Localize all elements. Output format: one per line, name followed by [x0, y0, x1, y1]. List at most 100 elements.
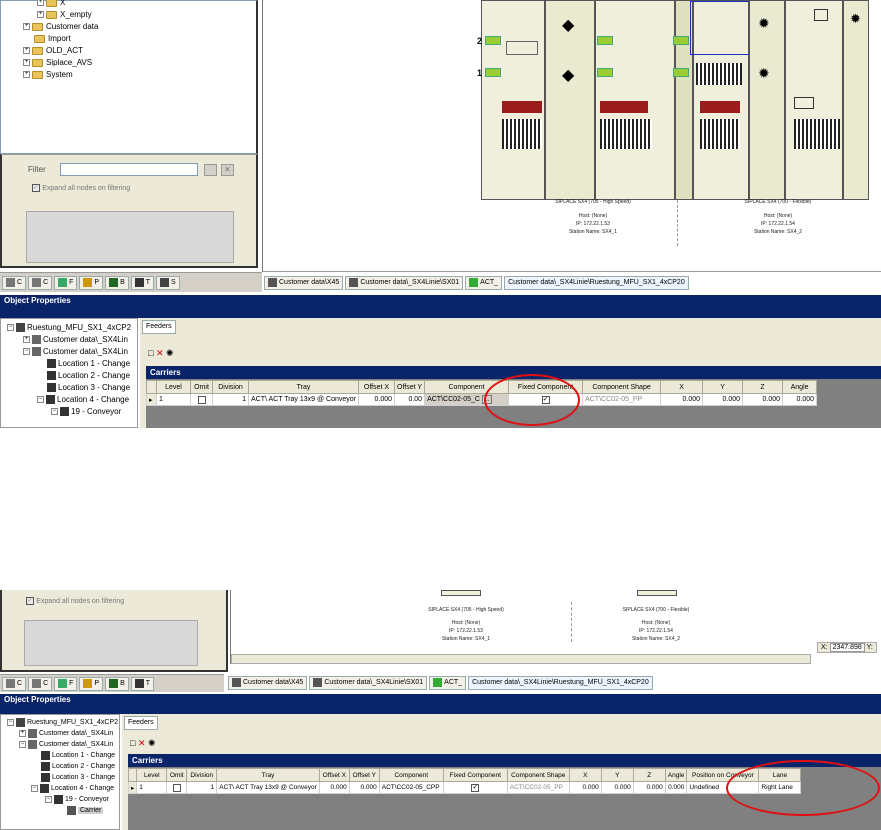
- cell-y[interactable]: 0.000: [702, 393, 744, 406]
- settings-icon[interactable]: ✺: [148, 738, 156, 748]
- obj-tree-item[interactable]: − Customer data\_SX4Lin: [1, 739, 119, 750]
- doc-tab-ruestung[interactable]: Customer data\_SX4Linie\Ruestung_MFU_SX1…: [504, 276, 689, 290]
- obj-tree-item[interactable]: − Customer data\_SX4Lin: [1, 346, 137, 358]
- cell-level[interactable]: 1: [156, 393, 191, 406]
- expand-icon[interactable]: +: [23, 71, 30, 79]
- delete-icon[interactable]: ✕: [138, 738, 146, 748]
- expand-icon[interactable]: +: [23, 59, 30, 67]
- tab-c2[interactable]: C: [28, 276, 53, 290]
- cell-offset-x[interactable]: 0.000: [318, 781, 350, 794]
- col-component-shape[interactable]: Component Shape: [506, 768, 570, 782]
- row-pointer-icon[interactable]: ▸: [127, 781, 138, 794]
- tab-s[interactable]: S: [156, 276, 180, 290]
- cell-omit[interactable]: [190, 393, 213, 406]
- cell-x[interactable]: 0.000: [568, 781, 602, 794]
- cell-omit[interactable]: [166, 781, 188, 794]
- obj-tree-item[interactable]: + Customer data\_SX4Lin: [1, 334, 137, 346]
- obj-tree-item[interactable]: Location 1 - Change: [1, 750, 119, 761]
- doc-tab-x45[interactable]: Customer data\X45: [228, 676, 308, 690]
- tab-p[interactable]: P: [79, 677, 104, 691]
- new-icon[interactable]: □: [148, 348, 153, 358]
- cell-angle[interactable]: 0.000: [782, 393, 818, 406]
- col-y[interactable]: Y: [600, 768, 634, 782]
- col-angle[interactable]: Angle: [664, 768, 688, 782]
- doc-tab-act[interactable]: ACT_: [465, 276, 503, 290]
- cell-level[interactable]: 1: [136, 781, 168, 794]
- tab-f[interactable]: F: [54, 677, 78, 691]
- col-offset-x[interactable]: Offset X: [318, 768, 350, 782]
- cell-tray[interactable]: ACT\ ACT Tray 13x9 @ Conveyor: [247, 393, 360, 406]
- expand-icon[interactable]: +: [23, 47, 30, 55]
- col-z[interactable]: Z: [742, 380, 784, 394]
- tab-b[interactable]: B: [105, 276, 129, 290]
- obj-tree-item[interactable]: −19 - Conveyor: [1, 794, 119, 805]
- row-pointer-icon[interactable]: ▸: [146, 393, 157, 406]
- expand-icon[interactable]: +: [37, 0, 44, 7]
- obj-tree-item[interactable]: − Location 4 - Change: [1, 394, 137, 406]
- col-omit[interactable]: Omit: [166, 768, 188, 782]
- expand-all-checkbox[interactable]: ✓ Expand all nodes on filtering: [32, 183, 130, 192]
- clear-filter-icon[interactable]: ✕: [221, 164, 234, 176]
- tab-feeders[interactable]: Feeders: [124, 716, 158, 730]
- tree-item-customer-data[interactable]: + Customer data: [15, 21, 98, 33]
- doc-tab-ruestung[interactable]: Customer data\_SX4Linie\Ruestung_MFU_SX1…: [468, 676, 653, 690]
- col-offset-x[interactable]: Offset X: [358, 380, 396, 394]
- col-x[interactable]: X: [568, 768, 602, 782]
- tab-t[interactable]: T: [130, 276, 155, 290]
- cell-fixed-component[interactable]: ✓: [442, 781, 508, 794]
- expand-all-checkbox[interactable]: ✓ Expand all nodes on filtering: [26, 596, 124, 605]
- cell-z[interactable]: 0.000: [742, 393, 784, 406]
- filter-input[interactable]: [60, 163, 198, 176]
- tab-c1[interactable]: C: [2, 677, 27, 691]
- col-angle[interactable]: Angle: [782, 380, 818, 394]
- col-component-shape[interactable]: Component Shape: [582, 380, 662, 394]
- obj-tree-item[interactable]: Location 2 - Change: [1, 370, 137, 382]
- tab-c2[interactable]: C: [28, 677, 53, 691]
- cell-angle[interactable]: 0.000: [664, 781, 688, 794]
- col-y[interactable]: Y: [702, 380, 744, 394]
- doc-tab-sx01[interactable]: Customer data\_SX4Linie\SX01: [309, 676, 428, 690]
- tab-p[interactable]: P: [79, 276, 104, 290]
- tree-item-import[interactable]: Import: [15, 33, 98, 45]
- doc-tab-sx01[interactable]: Customer data\_SX4Linie\SX01: [345, 276, 464, 290]
- expand-icon[interactable]: +: [23, 23, 30, 31]
- obj-tree-item[interactable]: Location 3 - Change: [1, 772, 119, 783]
- apply-filter-icon[interactable]: [204, 164, 217, 176]
- col-component[interactable]: Component: [378, 768, 444, 782]
- cell-component[interactable]: ACT\CC02-05_CPP: [378, 781, 444, 794]
- col-tray[interactable]: Tray: [216, 768, 320, 782]
- col-fixed-component[interactable]: Fixed Component: [442, 768, 508, 782]
- col-division[interactable]: Division: [186, 768, 218, 782]
- obj-tree-item[interactable]: −19 - Conveyor: [1, 406, 137, 418]
- cell-offset-x[interactable]: 0.000: [358, 393, 396, 406]
- obj-tree-item[interactable]: Location 3 - Change: [1, 382, 137, 394]
- cell-component-shape[interactable]: ACT\CC02-05_PP: [506, 781, 570, 794]
- tree-item-system[interactable]: + System: [15, 69, 98, 81]
- table-row[interactable]: ▸ 1 1 ACT\ ACT Tray 13x9 @ Conveyor 0.00…: [127, 781, 802, 794]
- cell-division[interactable]: 1: [212, 393, 249, 406]
- obj-tree-item-carrier[interactable]: Carrier: [1, 805, 119, 816]
- obj-tree-item[interactable]: Location 2 - Change: [1, 761, 119, 772]
- cell-offset-y[interactable]: 0.00: [394, 393, 426, 406]
- tree-item-siplace-avs[interactable]: + Siplace_AVS: [15, 57, 98, 69]
- tab-t[interactable]: T: [130, 677, 155, 691]
- settings-icon[interactable]: ✺: [166, 348, 174, 358]
- horizontal-scrollbar[interactable]: [231, 654, 811, 664]
- tab-c1[interactable]: C: [2, 276, 27, 290]
- tab-b[interactable]: B: [105, 677, 129, 691]
- obj-tree-item[interactable]: + Customer data\_SX4Lin: [1, 728, 119, 739]
- col-level[interactable]: Level: [136, 768, 168, 782]
- obj-tree-root[interactable]: − Ruestung_MFU_SX1_4xCP2: [1, 715, 119, 728]
- col-z[interactable]: Z: [632, 768, 666, 782]
- expand-icon[interactable]: +: [37, 11, 44, 19]
- doc-tab-x45[interactable]: Customer data\X45: [264, 276, 344, 290]
- col-tray[interactable]: Tray: [247, 380, 360, 394]
- col-x[interactable]: X: [660, 380, 704, 394]
- col-omit[interactable]: Omit: [190, 380, 213, 394]
- tab-f[interactable]: F: [54, 276, 78, 290]
- col-level[interactable]: Level: [156, 380, 191, 394]
- obj-tree-root[interactable]: − Ruestung_MFU_SX1_4xCP2: [1, 319, 137, 334]
- cell-z[interactable]: 0.000: [632, 781, 666, 794]
- col-offset-y[interactable]: Offset Y: [348, 768, 380, 782]
- col-offset-y[interactable]: Offset Y: [394, 380, 426, 394]
